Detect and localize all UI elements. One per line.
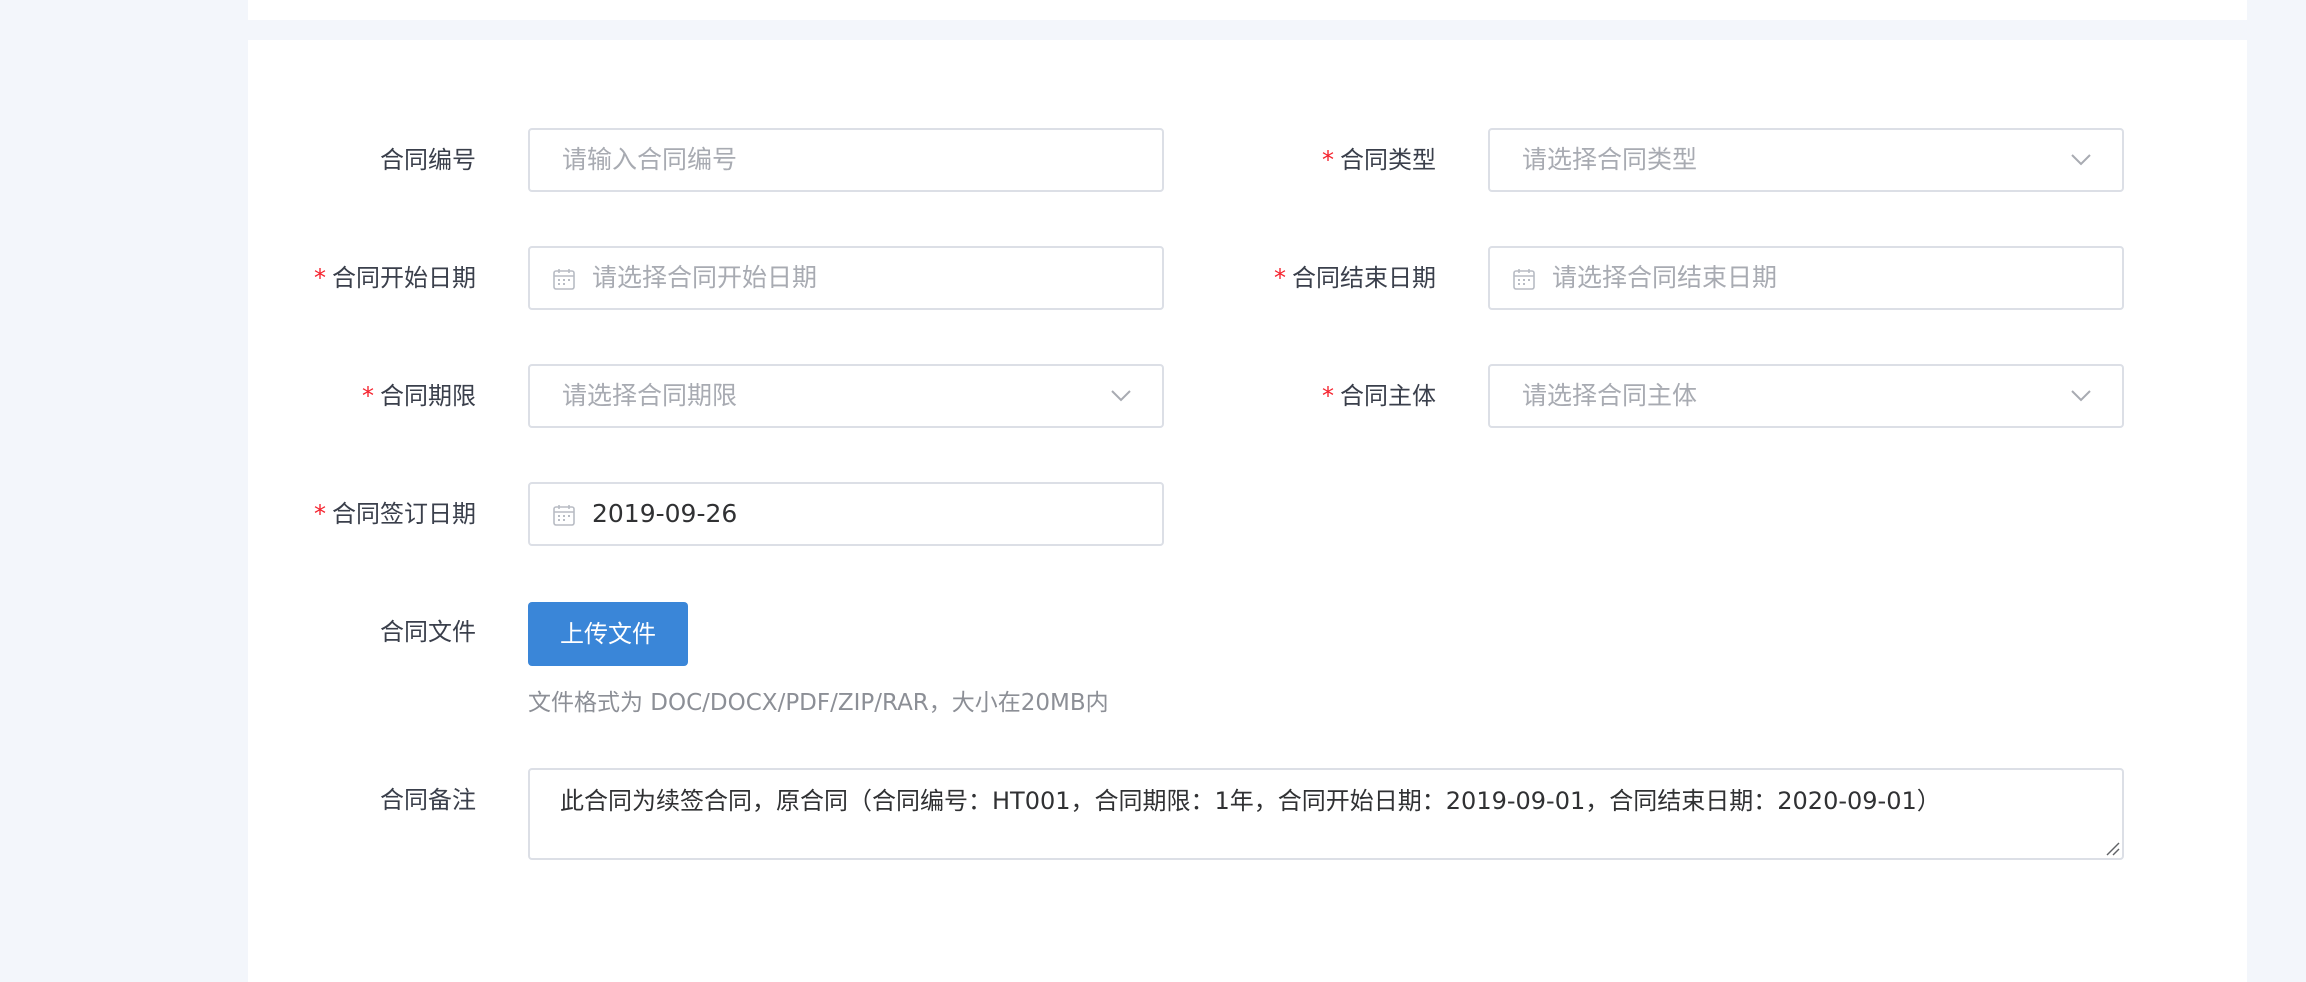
end-date-label: * 合同结束日期 <box>1274 264 1436 292</box>
chevron-down-icon <box>2071 154 2091 166</box>
sign-date-picker[interactable]: 2019-09-26 <box>528 482 1164 546</box>
calendar-icon <box>553 269 575 290</box>
required-mark: * <box>314 500 326 528</box>
sign-date-label: * 合同签订日期 <box>314 500 476 528</box>
calendar-icon <box>553 505 575 526</box>
required-mark: * <box>1322 382 1334 410</box>
start-date-placeholder: 请选择合同开始日期 <box>592 263 818 292</box>
start-date-label: * 合同开始日期 <box>314 264 476 292</box>
upload-file-button[interactable]: 上传文件 <box>528 602 688 666</box>
term-label: * 合同期限 <box>362 382 476 410</box>
start-date-picker[interactable]: 请选择合同开始日期 <box>528 246 1164 310</box>
contract-no-input[interactable]: 请输入合同编号 <box>528 128 1164 192</box>
subject-select[interactable]: 请选择合同主体 <box>1488 364 2124 428</box>
resize-grip-icon[interactable] <box>2104 840 2120 856</box>
end-date-placeholder: 请选择合同结束日期 <box>1552 263 1778 292</box>
remark-textarea[interactable]: 此合同为续签合同，原合同（合同编号：HT001，合同期限：1年，合同开始日期：2… <box>528 768 2124 860</box>
contract-type-label: * 合同类型 <box>1322 146 1436 174</box>
top-card <box>248 0 2247 20</box>
required-mark: * <box>362 382 374 410</box>
subject-placeholder: 请选择合同主体 <box>1522 381 1698 410</box>
end-date-picker[interactable]: 请选择合同结束日期 <box>1488 246 2124 310</box>
sign-date-value: 2019-09-26 <box>592 499 738 528</box>
contract-no-placeholder: 请输入合同编号 <box>562 145 738 174</box>
contract-type-select[interactable]: 请选择合同类型 <box>1488 128 2124 192</box>
file-format-hint: 文件格式为 DOC/DOCX/PDF/ZIP/RAR，大小在20MB内 <box>528 690 1109 716</box>
chevron-down-icon <box>2071 390 2091 402</box>
remark-label: 合同备注 <box>380 786 476 814</box>
remark-value: 此合同为续签合同，原合同（合同编号：HT001，合同期限：1年，合同开始日期：2… <box>560 787 1941 815</box>
required-mark: * <box>314 264 326 292</box>
contract-no-label: 合同编号 <box>380 146 476 174</box>
required-mark: * <box>1322 146 1334 174</box>
subject-label: * 合同主体 <box>1322 382 1436 410</box>
term-select[interactable]: 请选择合同期限 <box>528 364 1164 428</box>
chevron-down-icon <box>1111 390 1131 402</box>
term-placeholder: 请选择合同期限 <box>562 381 738 410</box>
file-label: 合同文件 <box>380 618 476 646</box>
contract-type-placeholder: 请选择合同类型 <box>1522 145 1698 174</box>
calendar-icon <box>1513 269 1535 290</box>
required-mark: * <box>1274 264 1286 292</box>
